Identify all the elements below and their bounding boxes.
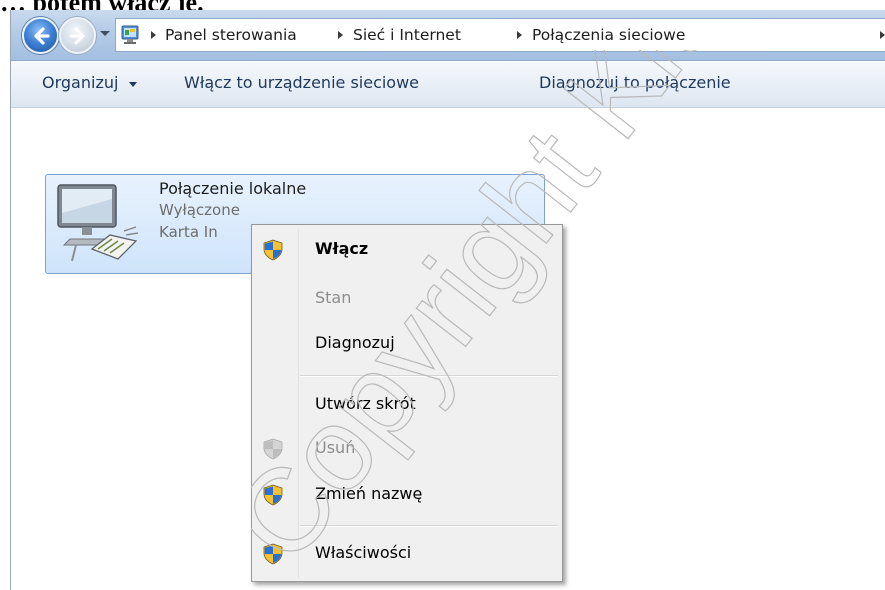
breadcrumb-polaczenia-sieciowe[interactable]: Połączenia sieciowe	[532, 26, 685, 44]
menu-item-status[interactable]: Stan	[254, 277, 560, 321]
uac-shield-icon	[263, 484, 283, 506]
connection-adapter: Karta In	[159, 223, 218, 241]
menu-item-label: Zmień nazwę	[315, 484, 423, 503]
network-adapter-icon	[57, 184, 139, 262]
back-arrow-icon	[34, 27, 50, 45]
breadcrumb-panel-sterowania[interactable]: Panel sterowania	[165, 26, 297, 44]
uac-shield-icon	[263, 438, 283, 460]
menu-separator	[300, 375, 558, 377]
menu-item-properties[interactable]: Właściwości	[254, 532, 560, 576]
breadcrumb-separator[interactable]	[338, 31, 343, 39]
breadcrumb[interactable]: Panel sterowania Sieć i Internet Połącze…	[115, 18, 885, 52]
breadcrumb-separator[interactable]	[517, 31, 522, 39]
connection-status: Wyłączone	[159, 201, 240, 219]
connection-name: Połączenie lokalne	[159, 179, 307, 198]
menu-item-delete[interactable]: Usuń	[254, 427, 560, 471]
forward-button[interactable]	[59, 17, 96, 54]
breadcrumb-siec-i-internet[interactable]: Sieć i Internet	[353, 26, 461, 44]
menu-item-label: Właściwości	[315, 543, 412, 562]
menu-item-label: Włącz	[315, 239, 369, 258]
menu-item-label: Usuń	[315, 438, 356, 457]
menu-item-create-shortcut[interactable]: Utwórz skrót	[254, 383, 560, 427]
enable-device-button[interactable]: Włącz to urządzenie sieciowe	[184, 73, 419, 92]
breadcrumb-separator[interactable]	[151, 31, 156, 39]
address-bar: Panel sterowania Sieć i Internet Połącze…	[11, 10, 885, 61]
control-panel-icon[interactable]	[120, 24, 142, 46]
explorer-window: Panel sterowania Sieć i Internet Połącze…	[10, 10, 885, 590]
uac-shield-icon	[263, 239, 283, 261]
forward-arrow-icon	[69, 27, 85, 45]
menu-separator	[300, 525, 558, 527]
uac-shield-icon	[263, 543, 283, 565]
organize-dropdown-icon[interactable]	[129, 82, 137, 87]
menu-item-label: Utwórz skrót	[315, 394, 416, 413]
menu-item-rename[interactable]: Zmień nazwę	[254, 473, 560, 517]
menu-item-label: Diagnozuj	[315, 333, 395, 352]
organize-button[interactable]: Organizuj	[42, 73, 118, 92]
menu-item-diagnose[interactable]: Diagnozuj	[254, 322, 560, 366]
diagnose-connection-button[interactable]: Diagnozuj to połączenie	[539, 73, 731, 92]
command-bar: Organizuj Włącz to urządzenie sieciowe D…	[11, 61, 885, 108]
menu-item-label: Stan	[315, 288, 352, 307]
context-menu: Włącz Stan Diagnozuj Utwórz skrót Usuń Z…	[251, 224, 563, 582]
menu-item-enable[interactable]: Włącz	[254, 228, 560, 272]
chevron-down-icon[interactable]	[99, 30, 111, 38]
back-button[interactable]	[22, 17, 59, 54]
breadcrumb-separator[interactable]	[880, 31, 885, 39]
